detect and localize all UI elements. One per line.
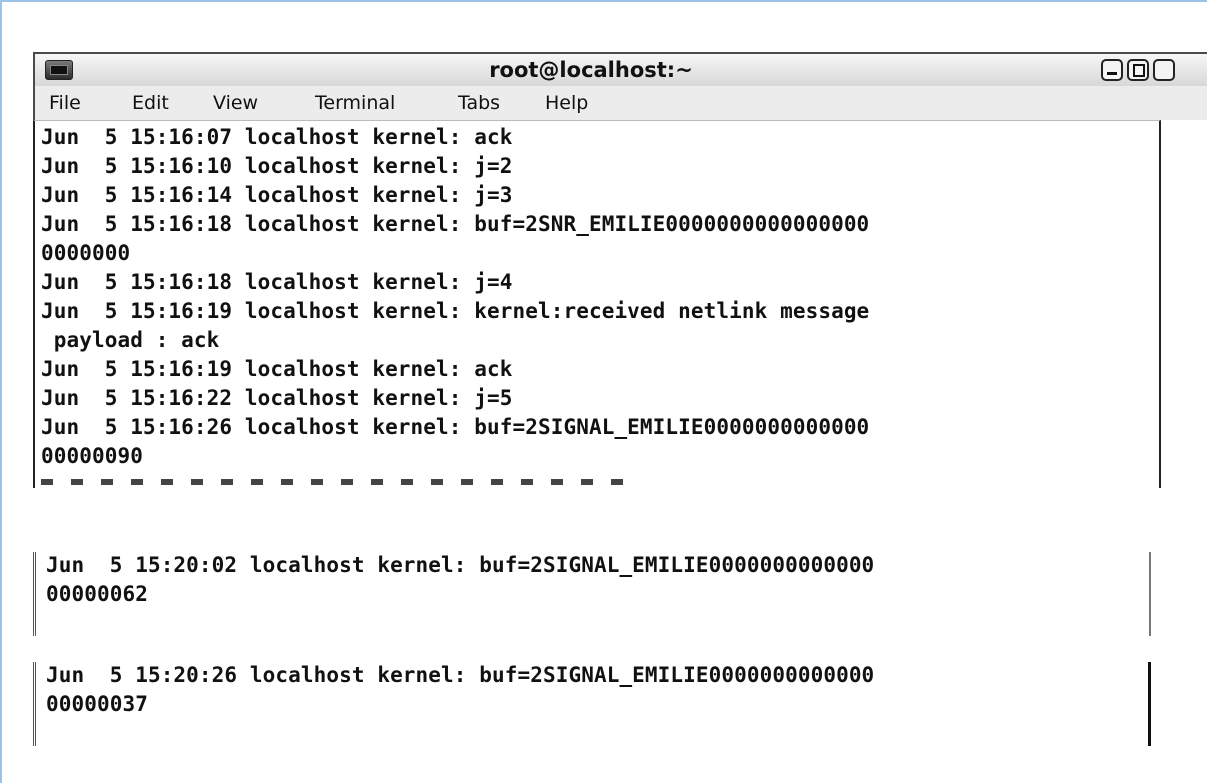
terminal-line: 0000000 <box>41 241 131 265</box>
terminal-line: Jun 5 15:16:19 localhost kernel: ack <box>41 357 513 381</box>
terminal-line: Jun 5 15:16:19 localhost kernel: kernel:… <box>41 299 870 323</box>
terminal-line: Jun 5 15:16:18 localhost kernel: j=4 <box>41 270 513 294</box>
menu-edit[interactable]: Edit <box>132 92 169 114</box>
log-snippet-2: Jun 5 15:20:26 localhost kernel: buf=2SI… <box>33 662 1151 746</box>
snippet-line: Jun 5 15:20:02 localhost kernel: buf=2SI… <box>46 553 875 577</box>
menu-terminal[interactable]: Terminal <box>315 92 395 114</box>
maximize-button[interactable] <box>1127 59 1149 81</box>
menu-view[interactable]: View <box>213 92 258 114</box>
terminal-line: Jun 5 15:16:10 localhost kernel: j=2 <box>41 154 513 178</box>
terminal-line: payload : ack <box>41 328 220 352</box>
menu-tabs[interactable]: Tabs <box>458 92 500 114</box>
snippet-line: 00000037 <box>46 692 148 716</box>
minimize-button[interactable] <box>1101 59 1123 81</box>
menu-help[interactable]: Help <box>545 92 588 114</box>
terminal-line: Jun 5 15:16:22 localhost kernel: j=5 <box>41 386 513 410</box>
close-button[interactable] <box>1153 59 1175 81</box>
menu-file[interactable]: File <box>49 92 81 114</box>
terminal-line: Jun 5 15:16:26 localhost kernel: buf=2SI… <box>41 415 870 439</box>
terminal-line: 00000090 <box>41 444 143 468</box>
terminal-line: Jun 5 15:16:14 localhost kernel: j=3 <box>41 183 513 207</box>
snippet-line: 00000062 <box>46 582 148 606</box>
terminal-window: root@localhost:~ File Edit View Terminal… <box>33 52 1207 488</box>
clipped-line-fragment <box>41 479 641 485</box>
snippet-line: Jun 5 15:20:26 localhost kernel: buf=2SI… <box>46 663 875 687</box>
window-title: root@localhost:~ <box>489 58 693 82</box>
title-bar[interactable]: root@localhost:~ <box>33 52 1207 86</box>
terminal-line: Jun 5 15:16:07 localhost kernel: ack <box>41 125 513 149</box>
terminal-output[interactable]: Jun 5 15:16:07 localhost kernel: ack Jun… <box>33 120 1161 488</box>
terminal-line: Jun 5 15:16:18 localhost kernel: buf=2SN… <box>41 212 870 236</box>
menu-bar: File Edit View Terminal Tabs Help <box>33 86 1207 120</box>
log-snippet-1: Jun 5 15:20:02 localhost kernel: buf=2SI… <box>33 552 1151 636</box>
